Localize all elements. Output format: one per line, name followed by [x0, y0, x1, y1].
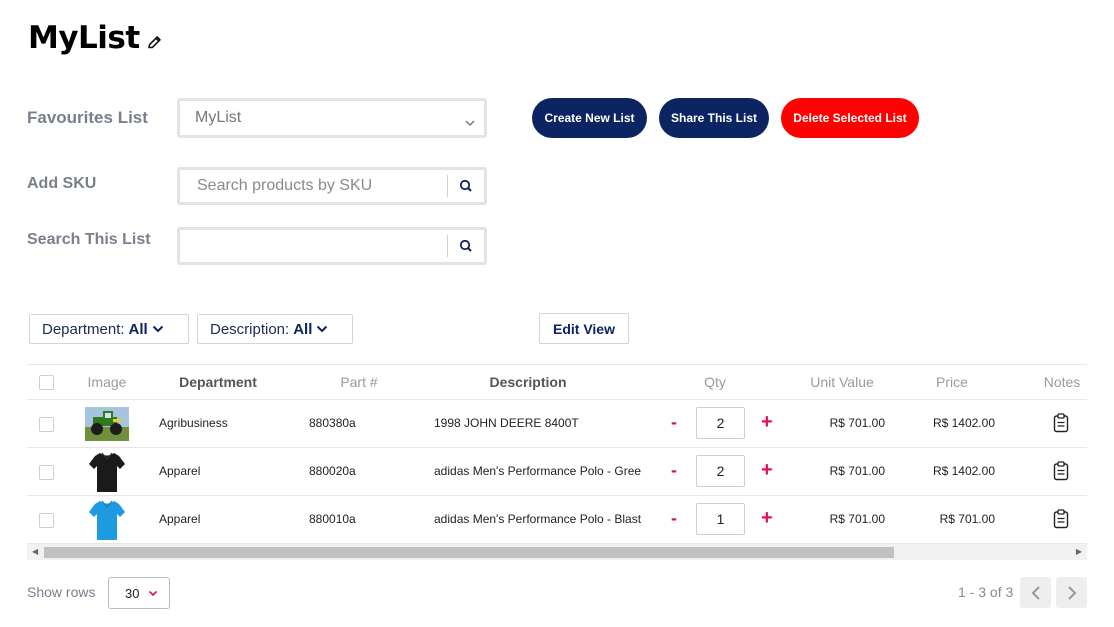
- create-new-list-button[interactable]: Create New List: [532, 98, 647, 138]
- notes-clipboard-icon[interactable]: [1053, 461, 1069, 486]
- rows-per-page-value: 30: [125, 585, 140, 601]
- next-page-button[interactable]: [1056, 577, 1087, 608]
- description-filter-value: All: [293, 320, 313, 338]
- add-sku-label: Add SKU: [27, 175, 97, 192]
- search-icon: [459, 239, 472, 252]
- favourites-list-value: MyList: [195, 109, 242, 126]
- scroll-right-arrow-icon[interactable]: ▶: [1076, 547, 1082, 556]
- share-list-button[interactable]: Share This List: [659, 98, 769, 138]
- notes-clipboard-icon[interactable]: [1053, 413, 1069, 438]
- black-polo-shirt-image: [85, 450, 129, 494]
- row-description: adidas Men's Performance Polo - Blast: [434, 512, 642, 526]
- row-price: R$ 1402.00: [932, 464, 995, 478]
- edit-view-button[interactable]: Edit View: [539, 313, 629, 344]
- chevron-down-icon: [152, 325, 164, 333]
- favourites-list-label: Favourites List: [27, 108, 148, 127]
- table-row: Apparel 880020a adidas Men's Performance…: [27, 448, 1087, 496]
- row-unit-value: R$ 701.00: [829, 416, 885, 430]
- col-department[interactable]: Department: [157, 374, 279, 390]
- col-unit-value: Unit Value: [810, 374, 874, 390]
- qty-decrement-button[interactable]: -: [671, 412, 677, 433]
- row-price: R$ 1402.00: [932, 416, 995, 430]
- add-sku-field: [177, 167, 487, 205]
- notes-clipboard-icon[interactable]: [1053, 509, 1069, 534]
- favourites-list-select[interactable]: MyList: [177, 98, 487, 138]
- row-department: Apparel: [159, 464, 201, 478]
- chevron-down-icon: [316, 325, 328, 333]
- row-unit-value: R$ 701.00: [829, 464, 885, 478]
- table-header-row: Image Department Part # Description Qty …: [27, 365, 1087, 400]
- row-description: adidas Men's Performance Polo - Gree: [434, 464, 642, 478]
- chevron-left-icon: [1031, 585, 1040, 600]
- row-unit-value: R$ 701.00: [829, 512, 885, 526]
- row-department: Apparel: [159, 512, 201, 526]
- qty-increment-button[interactable]: +: [761, 459, 773, 482]
- qty-input[interactable]: 1: [696, 503, 745, 535]
- qty-decrement-button[interactable]: -: [671, 508, 677, 529]
- row-part: 880020a: [309, 464, 356, 478]
- chevron-down-icon: [148, 590, 158, 597]
- qty-increment-button[interactable]: +: [761, 507, 773, 530]
- search-icon: [459, 179, 472, 192]
- row-price: R$ 701.00: [939, 512, 995, 526]
- row-part: 880380a: [309, 416, 356, 430]
- delete-list-button[interactable]: Delete Selected List: [781, 98, 919, 138]
- scrollbar-thumb[interactable]: [44, 547, 894, 558]
- row-checkbox[interactable]: [39, 465, 54, 480]
- qty-decrement-button[interactable]: -: [671, 460, 677, 481]
- col-qty: Qty: [704, 374, 726, 390]
- qty-input[interactable]: 2: [696, 455, 745, 487]
- qty-input[interactable]: 2: [696, 407, 745, 439]
- favourites-table: Image Department Part # Description Qty …: [27, 364, 1087, 544]
- col-description[interactable]: Description: [467, 374, 589, 390]
- page-header: MyList: [28, 20, 163, 56]
- qty-increment-button[interactable]: +: [761, 411, 773, 434]
- row-description: 1998 JOHN DEERE 8400T: [434, 416, 579, 430]
- chevron-right-icon: [1067, 585, 1076, 600]
- search-list-field: [177, 227, 487, 265]
- search-list-label: Search This List: [27, 231, 151, 248]
- row-checkbox[interactable]: [39, 513, 54, 528]
- table-row: Agribusiness 880380a 1998 JOHN DEERE 840…: [27, 400, 1087, 448]
- col-notes: Notes: [1043, 374, 1081, 390]
- col-part[interactable]: Part #: [327, 374, 391, 390]
- department-filter-value: All: [128, 320, 148, 338]
- blue-polo-shirt-image: [85, 498, 129, 542]
- edit-pencil-icon[interactable]: [146, 34, 163, 51]
- col-price[interactable]: Price: [922, 374, 982, 390]
- select-all-checkbox[interactable]: [39, 375, 54, 390]
- row-part: 880010a: [309, 512, 356, 526]
- previous-page-button[interactable]: [1020, 577, 1051, 608]
- list-search-button[interactable]: [448, 230, 484, 262]
- department-filter[interactable]: Department: All: [29, 314, 189, 344]
- description-filter-label: Description:: [210, 320, 290, 338]
- pagination-info: 1 - 3 of 3: [958, 584, 1014, 600]
- page-title: MyList: [28, 20, 140, 56]
- chevron-down-icon: [464, 114, 476, 132]
- table-row: Apparel 880010a adidas Men's Performance…: [27, 496, 1087, 544]
- tractor-image: [85, 402, 129, 446]
- description-filter[interactable]: Description: All: [197, 314, 353, 344]
- row-department: Agribusiness: [159, 416, 228, 430]
- col-image: Image: [87, 374, 127, 390]
- add-sku-input[interactable]: [180, 170, 447, 202]
- row-checkbox[interactable]: [39, 417, 54, 432]
- department-filter-label: Department:: [42, 320, 125, 338]
- show-rows-label: Show rows: [27, 584, 96, 600]
- sku-search-button[interactable]: [448, 170, 484, 202]
- table-horizontal-scrollbar[interactable]: ◀ ▶: [27, 543, 1087, 560]
- search-list-input[interactable]: [180, 230, 447, 262]
- scroll-left-arrow-icon[interactable]: ◀: [32, 547, 38, 556]
- rows-per-page-select[interactable]: 30: [108, 577, 170, 609]
